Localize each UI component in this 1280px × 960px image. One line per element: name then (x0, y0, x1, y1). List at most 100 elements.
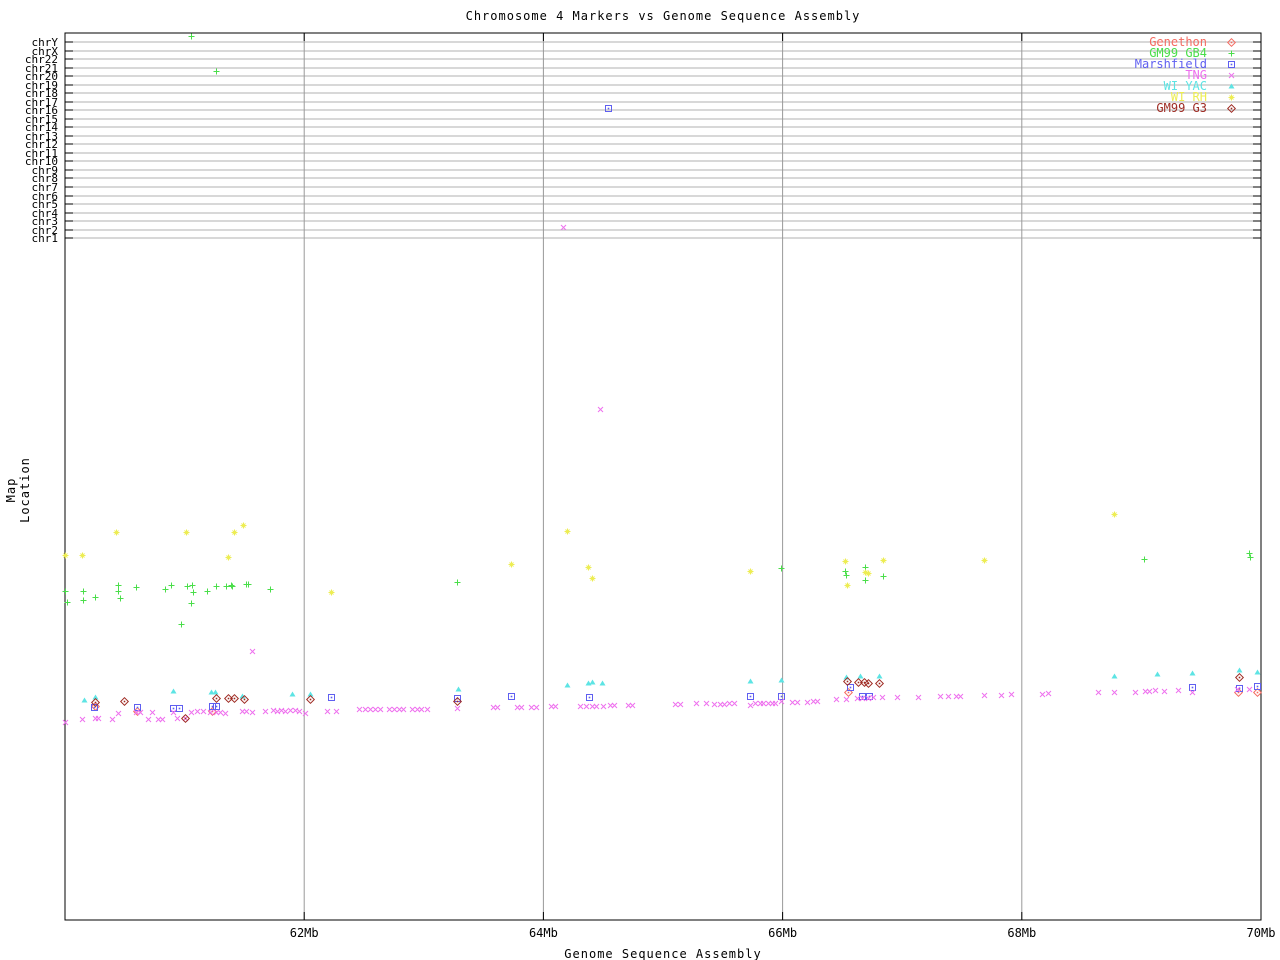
data-point (213, 703, 220, 710)
data-point (455, 686, 462, 692)
data-point (223, 583, 230, 590)
data-point (115, 582, 122, 589)
data-point (847, 684, 854, 691)
data-point (356, 706, 363, 713)
data-point (377, 706, 384, 713)
data-point (552, 703, 559, 710)
chart-page: Chromosome 4 Markers vs Genome Sequence … (0, 0, 1280, 960)
data-point (386, 706, 393, 713)
x-tick-label: 62Mb (290, 926, 319, 940)
data-point (109, 716, 116, 723)
data-point (209, 703, 216, 710)
data-point (115, 710, 122, 717)
data-point (1111, 673, 1118, 679)
data-point (843, 687, 854, 698)
x-tick-label: 68Mb (1007, 926, 1036, 940)
data-point (880, 557, 887, 564)
data-point (174, 715, 181, 722)
data-point (804, 699, 811, 706)
data-point (747, 702, 754, 709)
data-point (243, 708, 250, 715)
data-point (119, 696, 130, 707)
data-point (117, 595, 124, 602)
data-point (711, 701, 718, 708)
data-point (183, 529, 190, 536)
data-point (305, 694, 316, 705)
data-point (518, 704, 525, 711)
data-point (207, 709, 214, 716)
data-point (80, 597, 87, 604)
data-point (267, 586, 274, 593)
data-point (454, 579, 461, 586)
data-point (159, 716, 166, 723)
data-point (703, 700, 710, 707)
data-point (184, 583, 191, 590)
data-point (585, 564, 592, 571)
data-point (176, 705, 183, 712)
data-point (599, 680, 606, 686)
data-point (894, 694, 901, 701)
data-point (833, 696, 840, 703)
data-point (1045, 690, 1052, 697)
data-point (945, 693, 952, 700)
data-point (80, 588, 87, 595)
data-point (589, 575, 596, 582)
data-point (1228, 61, 1235, 68)
data-point (842, 568, 849, 575)
data-point (1175, 687, 1182, 694)
data-point (81, 697, 88, 703)
data-point (1154, 671, 1161, 677)
data-point (721, 701, 728, 708)
data-point (204, 588, 211, 595)
plot-border (64, 32, 1262, 921)
data-point (454, 705, 461, 712)
data-point (418, 706, 425, 713)
data-point (752, 700, 759, 707)
data-point (190, 589, 197, 596)
data-point (857, 673, 864, 679)
data-point (188, 600, 195, 607)
x-tick-label: 66Mb (768, 926, 797, 940)
data-point (843, 572, 850, 579)
data-point (1095, 689, 1102, 696)
data-point (1246, 686, 1253, 693)
series-wi-yac (81, 667, 1261, 703)
data-point (217, 709, 224, 716)
data-point (870, 694, 877, 701)
data-point (225, 554, 232, 561)
data-point (168, 582, 175, 589)
data-point (605, 105, 612, 112)
data-point (79, 552, 86, 559)
data-point (843, 696, 850, 703)
data-point (583, 703, 590, 710)
data-point (560, 224, 567, 231)
data-point (564, 528, 571, 535)
data-point (600, 703, 607, 710)
data-point (212, 689, 219, 695)
data-point (92, 594, 99, 601)
data-point (862, 577, 869, 584)
data-point (231, 529, 238, 536)
data-point (789, 699, 796, 706)
data-point (672, 701, 679, 708)
data-point (229, 583, 236, 590)
data-point (1111, 511, 1118, 518)
data-point (189, 582, 196, 589)
data-point (400, 706, 407, 713)
data-point (1152, 687, 1159, 694)
series-gm99-gb4 (62, 33, 1254, 628)
data-point (324, 708, 331, 715)
data-point (876, 673, 883, 679)
data-point (328, 694, 335, 701)
data-point (879, 694, 886, 701)
data-point (424, 706, 431, 713)
data-point (79, 716, 86, 723)
data-point (629, 702, 636, 709)
data-point (778, 677, 785, 683)
data-point (528, 704, 535, 711)
data-point (731, 700, 738, 707)
data-point (282, 708, 289, 715)
data-point (240, 522, 247, 529)
data-point (589, 679, 596, 685)
data-point (1236, 685, 1243, 692)
